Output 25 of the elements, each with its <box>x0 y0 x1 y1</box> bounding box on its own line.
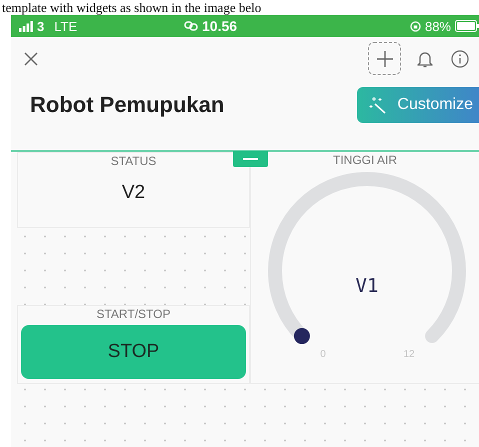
gauge-knob[interactable] <box>294 328 310 344</box>
customize-button[interactable]: Customize <box>357 87 479 123</box>
add-widget-button[interactable] <box>368 42 401 75</box>
clock-text: 10.56 <box>202 18 238 34</box>
magic-wand-icon <box>369 96 388 114</box>
carrier-text: 3 <box>37 18 44 34</box>
stop-button[interactable]: STOP <box>21 325 246 379</box>
widget-title: TINGGI AIR <box>332 153 397 167</box>
info-icon[interactable] <box>451 50 469 68</box>
widget-title: STATUS <box>110 154 156 168</box>
network-text: LTE <box>54 18 78 34</box>
caption-text: template with widgets as shown in the image belo <box>1 0 262 15</box>
battery-text: 88% <box>424 18 451 34</box>
battery-icon <box>455 20 479 32</box>
gauge-value: V1 <box>356 275 378 297</box>
value-display-widget[interactable]: STATUS V2 <box>17 152 250 228</box>
bell-icon[interactable] <box>417 50 433 68</box>
signal-icon <box>19 20 33 32</box>
rotation-lock-icon <box>410 20 421 32</box>
plus-icon <box>376 50 394 68</box>
close-icon[interactable] <box>24 52 38 66</box>
dashboard-title: Robot Pemupukan <box>30 92 226 118</box>
widget-title: START/STOP <box>96 307 170 321</box>
widget-value: V2 <box>122 182 146 204</box>
link-icon <box>184 21 198 31</box>
